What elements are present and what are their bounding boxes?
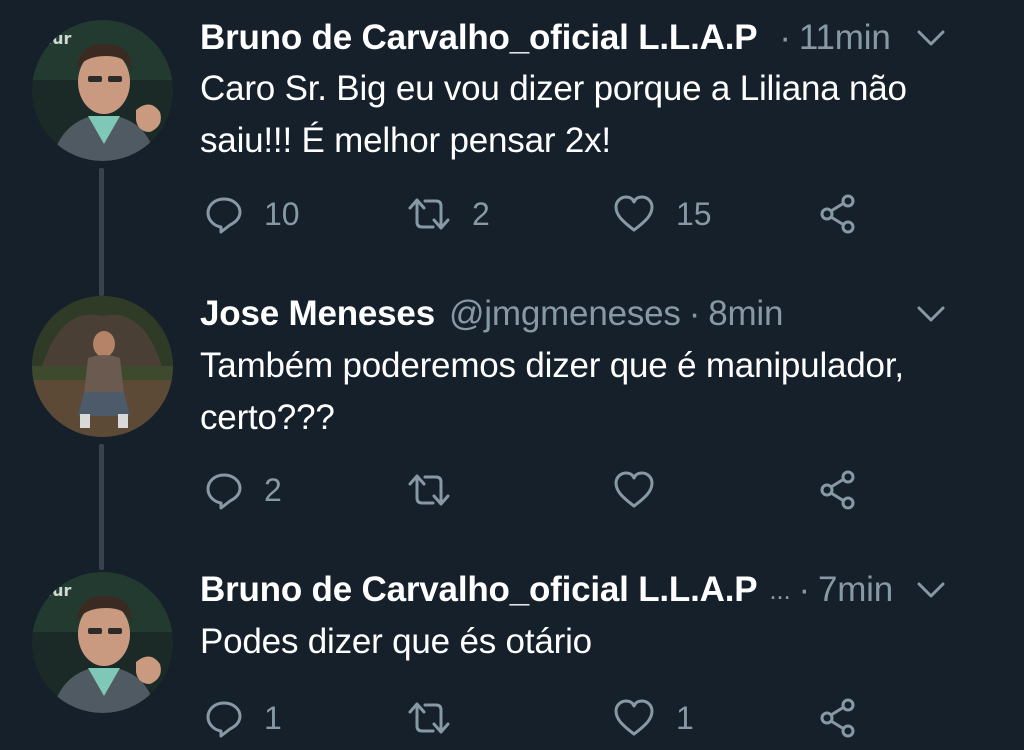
thread-connector xyxy=(99,168,104,296)
separator-dot: · xyxy=(688,294,701,333)
share-button[interactable] xyxy=(818,693,860,743)
timestamp[interactable]: 11min xyxy=(799,18,891,58)
timestamp[interactable]: 7min xyxy=(818,570,893,610)
tweet-text: Também poderemos dizer que é manipulador… xyxy=(200,346,904,437)
reply-icon xyxy=(206,701,242,738)
reply-count: 10 xyxy=(264,195,300,232)
reply-icon xyxy=(206,473,242,510)
share-button[interactable] xyxy=(818,465,860,515)
author-name[interactable]: Bruno de Carvalho_oficial L.L.A.P xyxy=(200,570,758,610)
author-name[interactable]: Bruno de Carvalho_oficial L.L.A.P xyxy=(200,18,758,58)
like-count: 1 xyxy=(676,699,694,736)
retweet-icon xyxy=(408,474,450,506)
avatar[interactable] xyxy=(32,296,173,437)
timestamp[interactable]: 8min xyxy=(708,294,783,334)
reply-button[interactable]: 1 xyxy=(204,693,282,743)
avatar[interactable]: .ur xyxy=(32,20,173,161)
retweet-button[interactable]: 2 xyxy=(406,189,490,239)
svg-text:.ur: .ur xyxy=(46,581,71,600)
share-button[interactable] xyxy=(818,189,860,239)
man-outdoors-avatar-icon xyxy=(32,296,173,437)
author-handle[interactable]: @jmgmeneses xyxy=(449,294,681,334)
retweet-icon xyxy=(408,198,450,230)
avatar[interactable]: .ur xyxy=(32,572,173,713)
like-button[interactable]: 1 xyxy=(612,693,694,743)
chevron-down-icon[interactable] xyxy=(916,581,946,599)
reply-count: 1 xyxy=(264,699,282,736)
tweet-header: Jose Meneses @jmgmeneses · 8min xyxy=(200,292,984,336)
retweet-icon xyxy=(408,702,450,734)
like-count: 15 xyxy=(676,195,712,232)
heart-icon xyxy=(614,195,654,232)
tweet-text: Caro Sr. Big eu vou dizer porque a Lilia… xyxy=(200,69,907,160)
man-with-microphone-avatar-icon: .ur xyxy=(32,572,173,713)
like-button[interactable] xyxy=(612,465,676,515)
separator-dot: · xyxy=(779,18,791,57)
heart-icon xyxy=(614,471,654,508)
truncation-ellipsis: ... xyxy=(769,574,791,605)
separator-dot: · xyxy=(798,570,810,609)
chevron-down-icon[interactable] xyxy=(916,29,946,47)
retweet-button[interactable] xyxy=(406,693,472,743)
reply-button[interactable]: 10 xyxy=(204,189,300,239)
share-icon xyxy=(820,470,855,510)
retweet-button[interactable] xyxy=(406,465,472,515)
like-button[interactable]: 15 xyxy=(612,189,712,239)
thread-connector xyxy=(99,444,104,570)
tweet-actions: 2 xyxy=(200,465,880,515)
reply-count: 2 xyxy=(264,471,282,508)
tweet-text: Podes dizer que és otário xyxy=(200,622,592,661)
share-icon xyxy=(820,194,855,234)
reply-button[interactable]: 2 xyxy=(204,465,282,515)
svg-text:.ur: .ur xyxy=(46,29,71,48)
man-with-microphone-avatar-icon: .ur xyxy=(32,20,173,161)
share-icon xyxy=(820,698,855,738)
tweet-actions: 1 1 xyxy=(200,693,880,743)
author-name[interactable]: Jose Meneses xyxy=(200,294,435,334)
chevron-down-icon[interactable] xyxy=(916,305,946,323)
tweet-header: Bruno de Carvalho_oficial L.L.A.P · 11mi… xyxy=(200,16,984,60)
retweet-count: 2 xyxy=(472,195,490,232)
tweet-header: Bruno de Carvalho_oficial L.L.A.P ... · … xyxy=(200,568,984,612)
tweet-actions: 10 2 15 xyxy=(200,189,880,239)
reply-icon xyxy=(206,197,242,234)
heart-icon xyxy=(614,699,654,736)
